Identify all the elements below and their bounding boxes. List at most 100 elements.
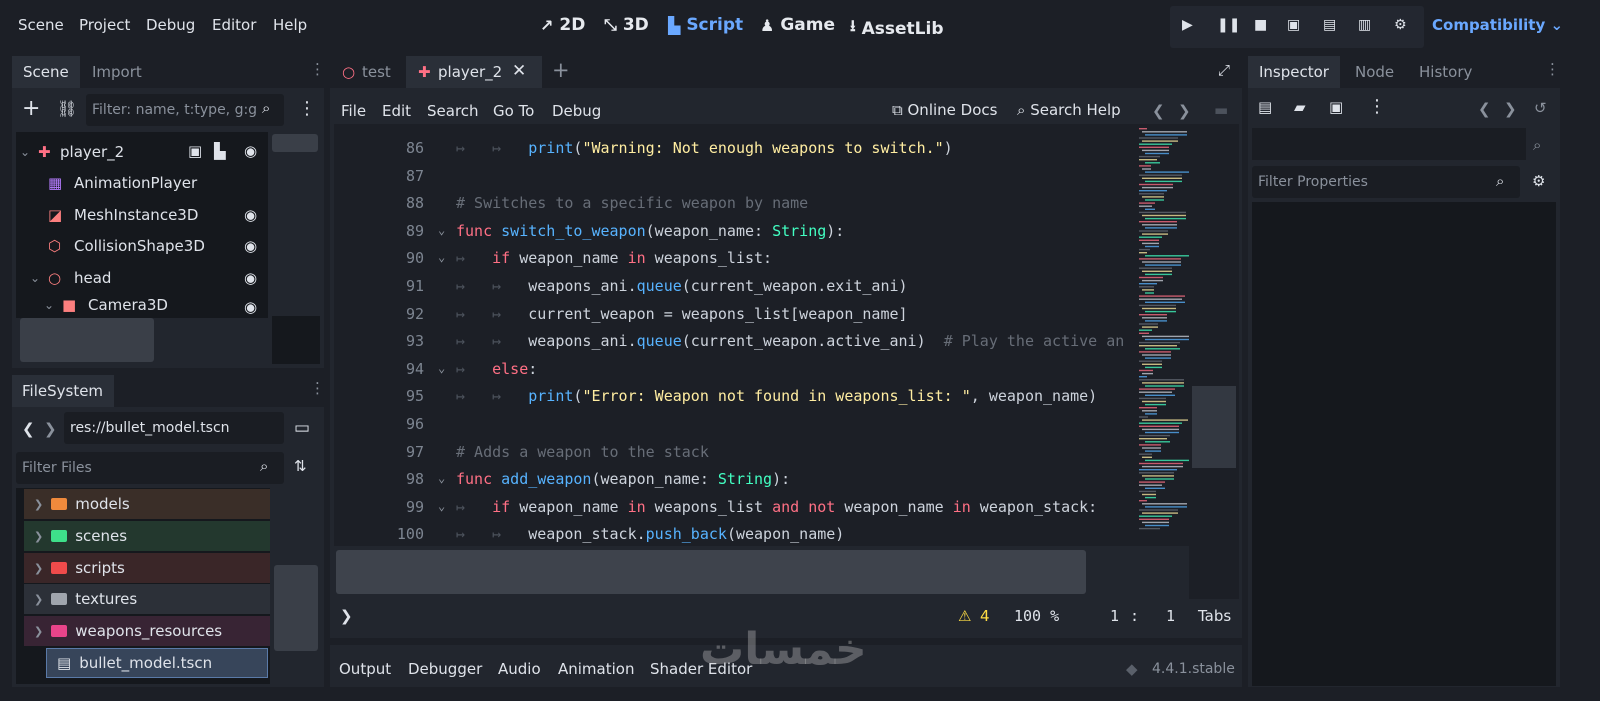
distraction-free-icon[interactable]: ⤢: [1218, 61, 1230, 79]
dock-menu-icon[interactable]: ⋮: [310, 60, 325, 78]
history-back-icon[interactable]: ❮: [1478, 100, 1491, 118]
filter-files-input[interactable]: Filter Files: [16, 452, 284, 484]
file-scrollbar[interactable]: [274, 565, 318, 651]
toggle-panel-icon[interactable]: ▬: [1214, 101, 1228, 119]
pause-icon[interactable]: ❚❚: [1217, 17, 1240, 33]
chevron-right-icon[interactable]: ❯: [34, 625, 43, 638]
editor-menu-edit[interactable]: Edit: [382, 102, 411, 120]
tab-player-2[interactable]: player_2: [438, 63, 502, 81]
workspace-assetlib[interactable]: ⭳ AssetLib: [850, 15, 944, 42]
menu-debug[interactable]: Debug: [146, 16, 195, 34]
filter-properties-input[interactable]: Filter Properties: [1252, 166, 1520, 198]
run-current-scene-icon[interactable]: ▤: [1323, 17, 1336, 33]
visibility-eye-icon[interactable]: ◉: [244, 142, 257, 160]
recent-history-icon[interactable]: ↺: [1534, 99, 1547, 117]
movie-maker-icon[interactable]: ⚙: [1394, 17, 1407, 33]
new-resource-icon[interactable]: ▤: [1258, 98, 1272, 116]
more-options-icon[interactable]: ⋮: [1368, 96, 1386, 117]
workspace-script[interactable]: ▙ Script: [668, 15, 743, 35]
scene-menu-icon[interactable]: ⋮: [298, 98, 316, 119]
tab-audio[interactable]: Audio: [498, 660, 541, 678]
code-area[interactable]: ↦ ↦ else: 86 ↦ ↦ print("Warning: Not enoug…: [334, 124, 1137, 546]
online-docs-button[interactable]: ⧉ Online Docs: [892, 101, 997, 119]
editor-menu-file[interactable]: File: [341, 102, 366, 120]
editor-menu-search[interactable]: Search: [427, 102, 479, 120]
doc-search-icon[interactable]: ⌕: [1533, 136, 1541, 154]
play-icon[interactable]: ▶: [1182, 17, 1193, 33]
menu-editor[interactable]: Editor: [212, 16, 256, 34]
renderer-select[interactable]: Compatibility ⌄: [1432, 16, 1563, 34]
tree-node-camera3d[interactable]: ⌄ ■ Camera3D: [44, 294, 168, 316]
folder-models[interactable]: ❯ models: [24, 489, 270, 519]
tab-animation[interactable]: Animation: [558, 660, 634, 678]
zoom-level[interactable]: 100 %: [1014, 607, 1059, 625]
tree-node-animationplayer[interactable]: ▦ AnimationPlayer: [48, 168, 197, 198]
chevron-down-icon[interactable]: ⌄: [30, 271, 48, 285]
chevron-right-icon[interactable]: ❯: [34, 530, 43, 543]
tree-node-meshinstance3d[interactable]: ◪ MeshInstance3D: [48, 200, 198, 230]
stop-icon[interactable]: ■: [1254, 17, 1267, 33]
code-hscrollbar[interactable]: [336, 550, 1086, 594]
prev-icon[interactable]: ❮: [1152, 102, 1165, 120]
tab-test[interactable]: test: [362, 63, 391, 81]
tree-node-player_2[interactable]: ⌄ ✚ player_2: [20, 137, 268, 167]
dock-menu-icon[interactable]: ⋮: [310, 379, 325, 397]
tab-inspector[interactable]: Inspector: [1259, 63, 1329, 81]
fold-chevron-icon[interactable]: ⌄: [438, 250, 445, 264]
script-attached-icon[interactable]: ▙: [214, 142, 226, 160]
warning-count[interactable]: 4: [980, 607, 990, 625]
folder-scenes[interactable]: ❯ scenes: [24, 521, 270, 551]
chevron-right-icon[interactable]: ❯: [34, 498, 43, 511]
fold-chevron-icon[interactable]: ⌄: [438, 471, 445, 485]
minimap[interactable]: [1137, 124, 1192, 546]
object-path-field[interactable]: [1252, 128, 1526, 160]
add-node-icon[interactable]: +: [22, 96, 40, 121]
folder-scripts[interactable]: ❯ scripts: [24, 553, 270, 583]
property-settings-icon[interactable]: ⚙: [1532, 172, 1545, 190]
chevron-right-icon[interactable]: ❯: [34, 562, 43, 575]
instance-icon[interactable]: ▣: [188, 142, 202, 160]
tab-node[interactable]: Node: [1355, 63, 1394, 81]
menu-help[interactable]: Help: [273, 16, 307, 34]
next-icon[interactable]: ❯: [1178, 102, 1191, 120]
workspace-game[interactable]: ♟ Game: [760, 15, 835, 35]
warning-icon[interactable]: ⚠: [958, 607, 971, 625]
editor-menu-goto[interactable]: Go To: [493, 102, 534, 120]
link-icon[interactable]: ⛓: [57, 99, 77, 118]
save-icon[interactable]: ▣: [1329, 98, 1343, 116]
menu-project[interactable]: Project: [79, 16, 130, 34]
close-icon[interactable]: ✕: [512, 61, 526, 81]
visibility-eye-icon[interactable]: ◉: [244, 269, 257, 287]
tab-debugger[interactable]: Debugger: [408, 660, 482, 678]
folder-weapons-resources[interactable]: ❯ weapons_resources: [24, 616, 270, 646]
split-view-icon[interactable]: ▭: [294, 418, 310, 438]
forward-icon[interactable]: ❯: [44, 420, 57, 438]
visibility-eye-icon[interactable]: ◉: [244, 237, 257, 255]
sort-icon[interactable]: ⇅: [294, 457, 307, 475]
scene-scrollbar-top[interactable]: [272, 134, 318, 152]
visibility-eye-icon[interactable]: ◉: [244, 206, 257, 224]
toggle-scripts-panel-icon[interactable]: ❯: [340, 607, 353, 625]
fold-chevron-icon[interactable]: ⌄: [438, 499, 445, 513]
menu-scene[interactable]: Scene: [18, 16, 64, 34]
run-custom-scene-icon[interactable]: ▥: [1358, 17, 1371, 33]
chevron-right-icon[interactable]: ❯: [34, 593, 43, 606]
editor-menu-debug[interactable]: Debug: [552, 102, 601, 120]
tab-filesystem[interactable]: FileSystem: [22, 382, 103, 400]
workspace-2d[interactable]: ↗ 2D: [540, 15, 585, 35]
fold-chevron-icon[interactable]: ⌄: [438, 361, 445, 375]
dock-menu-icon[interactable]: ⋮: [1545, 60, 1560, 78]
tab-import[interactable]: Import: [92, 63, 142, 81]
search-help-button[interactable]: ⌕ Search Help: [1017, 101, 1121, 119]
visibility-eye-icon[interactable]: ◉: [244, 298, 257, 316]
fold-chevron-icon[interactable]: ⌄: [438, 223, 445, 237]
folder-textures[interactable]: ❯ textures: [24, 584, 270, 614]
tree-node-collisionshape3d[interactable]: ⬡ CollisionShape3D: [48, 231, 205, 261]
chevron-down-icon[interactable]: ⌄: [44, 298, 62, 312]
tree-node-head[interactable]: ⌄ ○ head: [30, 263, 111, 293]
workspace-3d[interactable]: ⤡ 3D: [604, 15, 649, 35]
scene-filter-input[interactable]: Filter: name, t:type, g:g: [86, 94, 284, 126]
indent-mode[interactable]: Tabs: [1198, 607, 1231, 625]
tab-history[interactable]: History: [1419, 63, 1472, 81]
tab-scene[interactable]: Scene: [23, 63, 69, 81]
